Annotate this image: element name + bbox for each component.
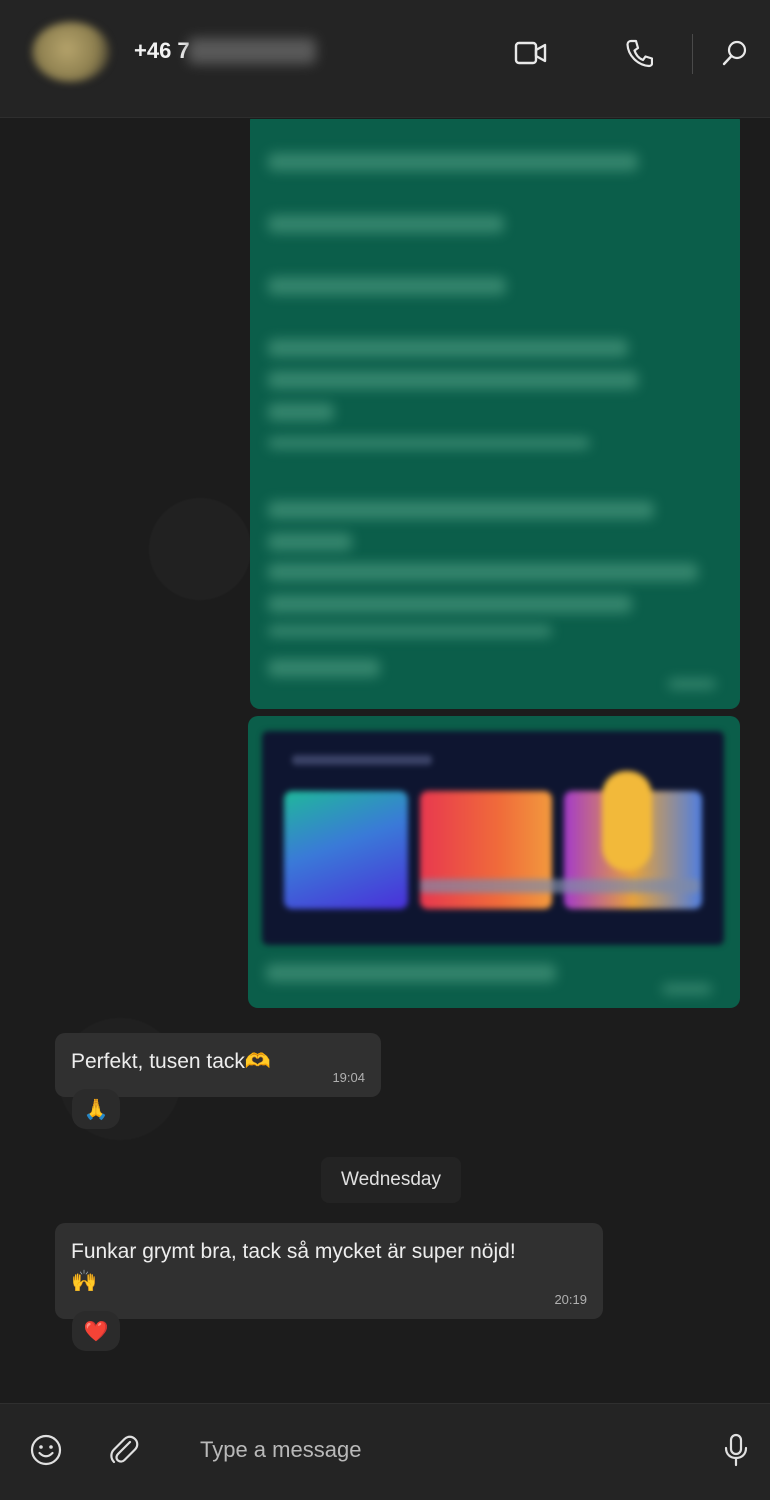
message-time: 19:04 <box>332 1070 365 1085</box>
message-input[interactable] <box>200 1430 680 1470</box>
image-tile <box>284 791 408 909</box>
day-separator: Wednesday <box>321 1157 461 1203</box>
contact-avatar[interactable] <box>32 22 110 82</box>
voice-call-button[interactable] <box>616 30 662 76</box>
attach-icon <box>110 1435 139 1464</box>
hand-pointer-icon <box>602 771 652 871</box>
emoji-button[interactable] <box>22 1426 70 1474</box>
message-text: Funkar grymt bra, tack så mycket är supe… <box>71 1240 516 1293</box>
outgoing-message-redacted[interactable] <box>250 119 740 709</box>
redacted-text <box>268 501 654 519</box>
image-header-bar <box>292 755 432 765</box>
shared-image-redacted[interactable] <box>262 731 724 945</box>
voice-call-icon <box>626 39 653 68</box>
redacted-text <box>268 659 380 677</box>
redacted-text <box>268 403 334 421</box>
redacted-text <box>268 563 698 581</box>
search-icon <box>722 40 747 66</box>
attach-button[interactable] <box>100 1426 148 1474</box>
reaction-emoji: ❤️ <box>83 1320 109 1343</box>
redacted-time <box>668 679 716 689</box>
message-list[interactable]: Perfekt, tusen tack🫶 19:04 🙏 Wednesday F… <box>0 119 770 1403</box>
reaction-emoji: 🙏 <box>83 1098 109 1121</box>
redacted-time <box>662 984 712 994</box>
redacted-text <box>268 533 352 551</box>
redacted-text <box>268 153 638 171</box>
redacted-caption <box>266 964 556 982</box>
redacted-text <box>268 625 552 637</box>
video-call-icon <box>514 41 547 65</box>
search-button[interactable] <box>712 30 758 76</box>
day-separator-label: Wednesday <box>341 1169 441 1190</box>
message-text: Perfekt, tusen tack🫶 <box>71 1050 272 1073</box>
redacted-text <box>268 595 632 613</box>
contact-name[interactable]: +46 7 <box>134 38 190 64</box>
message-composer <box>0 1403 770 1500</box>
message-reaction[interactable]: ❤️ <box>72 1311 120 1351</box>
redacted-text <box>268 277 506 295</box>
video-call-button[interactable] <box>508 30 554 76</box>
microphone-button[interactable] <box>712 1426 760 1474</box>
emoji-icon <box>30 1434 62 1466</box>
contact-name-redacted <box>188 38 316 64</box>
redacted-text <box>268 339 628 357</box>
image-label-bar <box>420 879 700 893</box>
redacted-text <box>268 437 590 449</box>
microphone-icon <box>724 1433 748 1467</box>
redacted-text <box>268 371 638 389</box>
header-divider <box>692 34 693 74</box>
redacted-text <box>268 215 504 233</box>
incoming-message[interactable]: Funkar grymt bra, tack så mycket är supe… <box>55 1223 603 1319</box>
incoming-message[interactable]: Perfekt, tusen tack🫶 19:04 <box>55 1033 381 1097</box>
message-time: 20:19 <box>554 1292 587 1307</box>
message-reaction[interactable]: 🙏 <box>72 1089 120 1129</box>
chat-header: +46 7 <box>0 0 770 118</box>
